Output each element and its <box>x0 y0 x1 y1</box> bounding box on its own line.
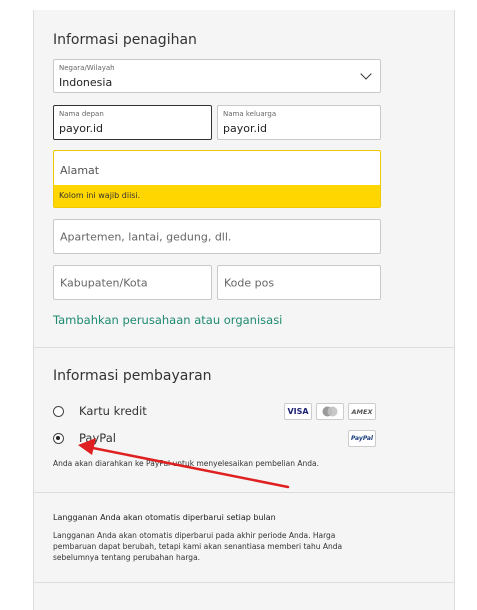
annotation-arrow-icon <box>78 438 290 489</box>
